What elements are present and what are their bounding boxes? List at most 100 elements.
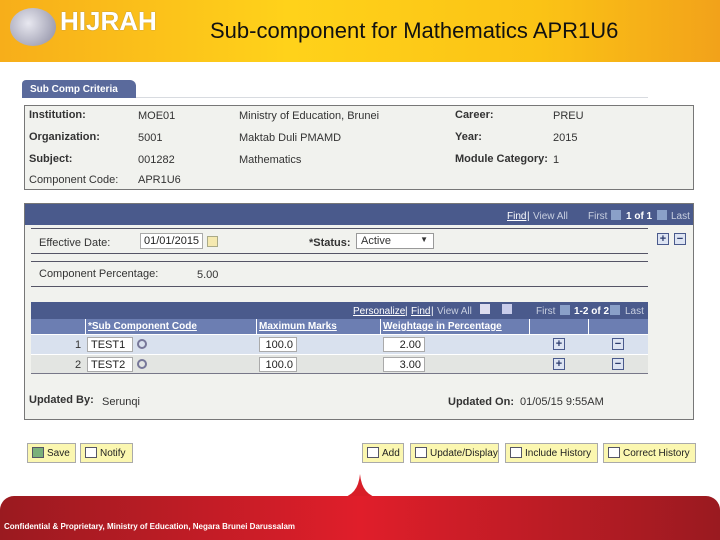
effective-dated-panel: Find | View All First 1 of 1 Last Effect… [24, 203, 694, 420]
table-row: 2 TEST2 100.0 3.00 + − [31, 354, 648, 374]
component-code-value: APR1U6 [138, 174, 181, 186]
grid-last-label: Last [625, 306, 644, 317]
header-curve [0, 62, 366, 78]
column-header-weightage[interactable]: Weightage in Percentage [381, 319, 530, 334]
institution-label: Institution: [29, 109, 86, 121]
maximum-marks-input[interactable]: 100.0 [259, 357, 297, 372]
grid-previous-icon[interactable] [560, 305, 570, 315]
grid-row-count: 1-2 of 2 [574, 306, 610, 317]
component-code-label: Component Code: [29, 174, 119, 186]
add-label: Add [382, 448, 400, 459]
include-history-label: Include History [525, 448, 592, 459]
include-history-button[interactable]: Include History [505, 443, 598, 463]
effective-date-label: Effective Date: [39, 237, 111, 249]
subject-label: Subject: [29, 153, 73, 165]
notify-button[interactable]: Notify [80, 443, 133, 463]
footer-banner: Confidential & Proprietary, Ministry of … [0, 496, 720, 540]
delete-row-icon[interactable]: − [612, 338, 624, 350]
table-row: 1 TEST1 100.0 2.00 + − [31, 334, 648, 354]
find-link[interactable]: Find [507, 211, 526, 222]
subject-name: Mathematics [239, 154, 302, 166]
logo-text: HIJRAH [60, 6, 157, 36]
personalize-link[interactable]: Personalize [353, 306, 405, 317]
sub-component-grid: Personalize | Find | View All First 1-2 … [31, 302, 648, 385]
delete-row-icon[interactable]: − [674, 233, 686, 245]
notify-icon [85, 447, 97, 458]
save-label: Save [47, 448, 70, 459]
grid-nav-bar: Personalize | Find | View All First 1-2 … [31, 302, 648, 319]
previous-icon[interactable] [611, 210, 621, 220]
new-window-icon[interactable] [480, 304, 490, 314]
updated-on-label: Updated On: [448, 396, 514, 408]
module-category-label: Module Category: [455, 153, 548, 165]
lookup-icon[interactable] [137, 339, 147, 349]
add-icon [367, 447, 379, 458]
subject-code: 001282 [138, 154, 175, 166]
view-all-link[interactable]: View All [533, 211, 568, 222]
grid-next-icon[interactable] [610, 305, 620, 315]
footer-peak [340, 474, 380, 498]
correct-history-label: Correct History [623, 448, 690, 459]
add-row-icon[interactable]: + [553, 338, 565, 350]
column-header-sub-component-code[interactable]: *Sub Component Code [86, 319, 257, 334]
organization-code: 5001 [138, 132, 163, 144]
delete-column-header [589, 319, 648, 334]
first-label: First [588, 211, 608, 222]
tab-divider [136, 97, 648, 98]
career-value: PREU [553, 110, 584, 122]
sub-component-code-input[interactable]: TEST1 [87, 337, 133, 352]
criteria-panel: Institution: MOE01 Ministry of Education… [24, 105, 694, 190]
spreadsheet-icon[interactable] [502, 304, 512, 314]
add-row-icon[interactable]: + [657, 233, 669, 245]
nav-separator: | [431, 306, 434, 317]
nav-separator: | [405, 306, 408, 317]
institution-code: MOE01 [138, 110, 176, 122]
add-row-icon[interactable]: + [553, 358, 565, 370]
maximum-marks-input[interactable]: 100.0 [259, 337, 297, 352]
row-number-header [31, 319, 86, 334]
delete-row-icon[interactable]: − [612, 358, 624, 370]
add-column-header [530, 319, 589, 334]
status-select[interactable]: Active ▼ [356, 233, 434, 249]
update-display-button[interactable]: Update/Display [410, 443, 499, 463]
tab-sub-comp-criteria[interactable]: Sub Comp Criteria [22, 80, 136, 98]
update-display-label: Update/Display [430, 448, 498, 459]
status-value: Active [361, 235, 391, 247]
correct-history-button[interactable]: Correct History [603, 443, 696, 463]
weightage-input[interactable]: 3.00 [383, 357, 425, 372]
component-percentage-label: Component Percentage: [39, 268, 159, 280]
organization-name: Maktab Duli PMAMD [239, 132, 342, 144]
save-button[interactable]: Save [27, 443, 76, 463]
globe-icon [10, 8, 56, 46]
weightage-input[interactable]: 2.00 [383, 337, 425, 352]
row-number: 1 [75, 339, 82, 351]
correct-history-icon [608, 447, 620, 458]
dropdown-arrow-icon: ▼ [420, 235, 428, 244]
institution-name: Ministry of Education, Brunei [239, 110, 380, 122]
panel-nav-bar: Find | View All First 1 of 1 Last [25, 204, 693, 225]
footer-text: Confidential & Proprietary, Ministry of … [4, 522, 296, 531]
updated-by-value: Serunqi [102, 396, 140, 408]
grid-view-all-link[interactable]: View All [437, 306, 472, 317]
year-value: 2015 [553, 132, 578, 144]
last-label: Last [671, 211, 690, 222]
effective-date-input[interactable]: 01/01/2015 [140, 233, 203, 249]
sub-component-code-input[interactable]: TEST2 [87, 357, 133, 372]
page-title: Sub-component for Mathematics APR1U6 [210, 18, 619, 43]
component-percentage-value: 5.00 [197, 269, 219, 281]
grid-header-row: *Sub Component Code Maximum Marks Weight… [31, 319, 648, 334]
divider [31, 286, 648, 287]
career-label: Career: [455, 109, 494, 121]
module-category-value: 1 [553, 154, 560, 166]
divider [31, 253, 648, 254]
nav-separator: | [527, 211, 530, 222]
grid-find-link[interactable]: Find [411, 306, 430, 317]
next-icon[interactable] [657, 210, 667, 220]
updated-by-label: Updated By: [29, 394, 94, 406]
add-button[interactable]: Add [362, 443, 404, 463]
row-count: 1 of 1 [626, 211, 653, 222]
calendar-icon[interactable] [207, 236, 218, 247]
column-header-maximum-marks[interactable]: Maximum Marks [257, 319, 381, 334]
lookup-icon[interactable] [137, 359, 147, 369]
include-history-icon [510, 447, 522, 458]
